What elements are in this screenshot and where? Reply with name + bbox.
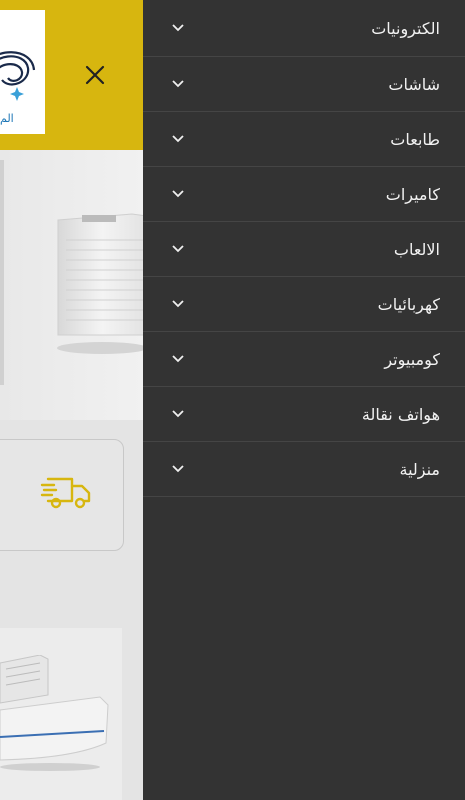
menu-item-electricals[interactable]: كهربائيات (143, 277, 465, 332)
chevron-down-icon[interactable] (171, 187, 185, 201)
menu-item-mobile-phones[interactable]: هواتف نقالة (143, 387, 465, 442)
chevron-down-icon[interactable] (171, 242, 185, 256)
close-button[interactable] (80, 60, 110, 90)
menu-item-label: الالعاب (393, 239, 440, 259)
menu-item-label: الكترونيات (371, 18, 440, 38)
banner-edge (0, 160, 4, 385)
close-icon (85, 65, 105, 85)
page-background: الم (0, 0, 143, 800)
chevron-down-icon[interactable] (171, 21, 185, 35)
chevron-down-icon[interactable] (171, 462, 185, 476)
menu-item-label: شاشات (388, 74, 440, 94)
menu-item-label: منزلية (399, 459, 440, 479)
menu-item-label: هواتف نقالة (361, 404, 440, 424)
chevron-down-icon[interactable] (171, 352, 185, 366)
logo-text: الم (0, 112, 14, 125)
menu-item-electronics[interactable]: الكترونيات (143, 0, 465, 57)
chevron-down-icon[interactable] (171, 297, 185, 311)
category-list: الكترونيات شاشات طابعات كاميرات الالعاب … (143, 0, 465, 497)
menu-item-label: طابعات (390, 129, 440, 149)
header-bar: الم (0, 0, 143, 150)
window-ac-image (57, 213, 143, 354)
menu-item-home[interactable]: منزلية (143, 442, 465, 497)
delivery-truck-icon (40, 477, 91, 509)
menu-item-label: كومبيوتر (384, 349, 440, 369)
menu-item-games[interactable]: الالعاب (143, 222, 465, 277)
chevron-down-icon[interactable] (171, 132, 185, 146)
chevron-down-icon[interactable] (171, 407, 185, 421)
logo-swirl-icon (0, 51, 36, 101)
split-ac-image (0, 655, 109, 771)
menu-item-computer[interactable]: كومبيوتر (143, 332, 465, 387)
logo[interactable]: الم (0, 10, 45, 134)
menu-item-label: كاميرات (385, 184, 440, 204)
chevron-down-icon[interactable] (171, 77, 185, 91)
menu-item-label: كهربائيات (377, 294, 440, 314)
menu-item-printers[interactable]: طابعات (143, 112, 465, 167)
menu-item-screens[interactable]: شاشات (143, 57, 465, 112)
menu-item-cameras[interactable]: كاميرات (143, 167, 465, 222)
category-menu-drawer: الكترونيات شاشات طابعات كاميرات الالعاب … (143, 0, 465, 800)
